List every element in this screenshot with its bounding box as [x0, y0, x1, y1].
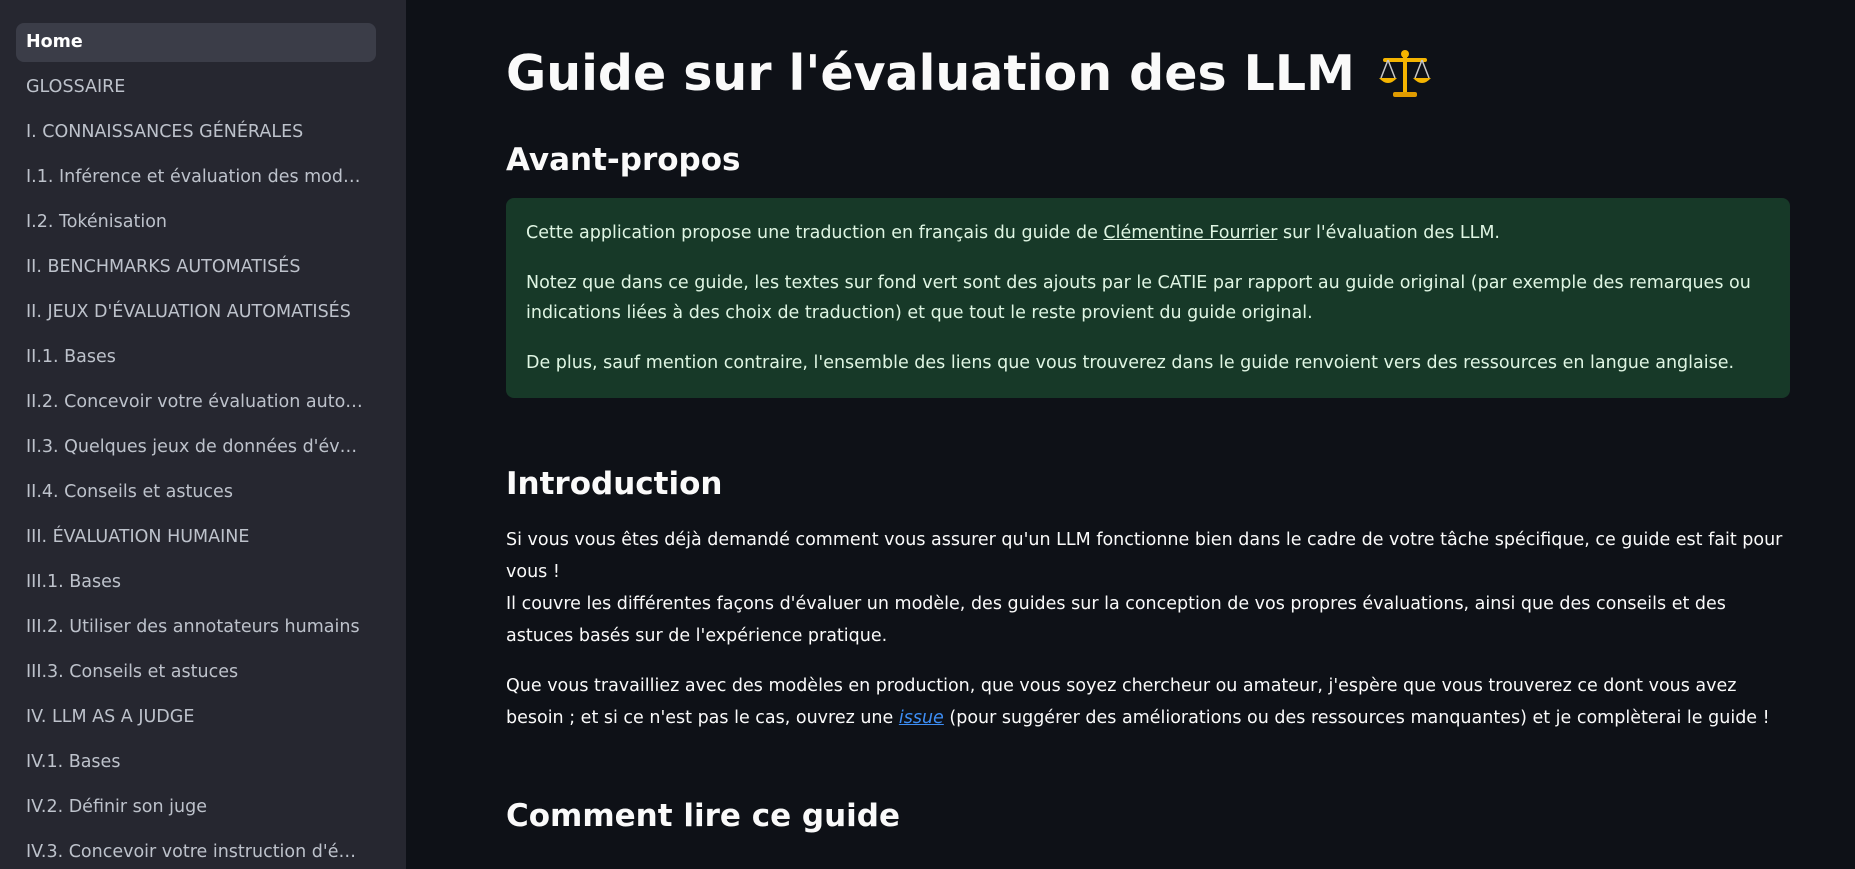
- sidebar-item-tokenisation[interactable]: I.2. Tokénisation: [16, 203, 376, 242]
- sidebar-item-iv-2-definir-juge[interactable]: IV.2. Définir son juge: [16, 788, 376, 827]
- sidebar-item-iv-1-bases[interactable]: IV.1. Bases: [16, 743, 376, 782]
- sidebar-item-ii-3-jeux-donnees[interactable]: II.3. Quelques jeux de données d'évalu…: [16, 428, 376, 467]
- sidebar-item-ii-1-bases[interactable]: II.1. Bases: [16, 338, 376, 377]
- page-title-text: Guide sur l'évaluation des LLM: [506, 45, 1355, 102]
- sidebar-item-ii-4-conseils[interactable]: II.4. Conseils et astuces: [16, 473, 376, 512]
- avant-propos-p1-text-end: sur l'évaluation des LLM.: [1277, 223, 1500, 243]
- avant-propos-paragraph-3: De plus, sauf mention contraire, l'ensem…: [526, 353, 1735, 373]
- sidebar-item-iv-3-concevoir-instruction[interactable]: IV.3. Concevoir votre instruction d'éval…: [16, 833, 376, 869]
- sidebar-item-jeux-evaluation-automatises[interactable]: II. JEUX D'ÉVALUATION AUTOMATISÉS: [16, 293, 376, 332]
- introduction-p1-line2: Il couvre les différentes façons d'évalu…: [506, 594, 1726, 646]
- avant-propos-paragraph-1: Cette application propose une traduction…: [526, 218, 1770, 248]
- sidebar-item-inference-evaluation[interactable]: I.1. Inférence et évaluation des modèles: [16, 158, 376, 197]
- content-column: Guide sur l'évaluation des LLM Avant-pro…: [506, 0, 1790, 838]
- introduction-paragraph-2: Que vous travailliez avec des modèles en…: [506, 670, 1790, 734]
- introduction-p2-text-end: (pour suggérer des améliorations ou des …: [943, 708, 1770, 728]
- sidebar-item-iii-2-annotateurs[interactable]: III.2. Utiliser des annotateurs humains: [16, 608, 376, 647]
- introduction-paragraph-1: Si vous vous êtes déjà demandé comment v…: [506, 524, 1790, 652]
- sidebar-item-iii-1-bases[interactable]: III.1. Bases: [16, 563, 376, 602]
- comment-lire-heading: Comment lire ce guide: [506, 798, 901, 834]
- sidebar-nav: Home GLOSSAIRE I. CONNAISSANCES GÉNÉRALE…: [0, 0, 406, 869]
- page-title: Guide sur l'évaluation des LLM: [506, 42, 1790, 106]
- sidebar-item-ii-2-concevoir[interactable]: II.2. Concevoir votre évaluation autom…: [16, 383, 376, 422]
- avant-propos-heading: Avant-propos: [506, 142, 741, 178]
- sidebar-item-benchmarks-automatises[interactable]: II. BENCHMARKS AUTOMATISÉS: [16, 248, 376, 287]
- sidebar-item-glossaire[interactable]: GLOSSAIRE: [16, 68, 376, 107]
- sidebar-item-evaluation-humaine[interactable]: III. ÉVALUATION HUMAINE: [16, 518, 376, 557]
- avant-propos-paragraph-2: Notez que dans ce guide, les textes sur …: [526, 273, 1751, 323]
- introduction-heading: Introduction: [506, 466, 723, 502]
- app-window: Home GLOSSAIRE I. CONNAISSANCES GÉNÉRALE…: [0, 0, 1855, 869]
- issue-link[interactable]: issue: [899, 708, 944, 728]
- clementine-fourrier-link[interactable]: Clémentine Fourrier: [1103, 223, 1277, 243]
- avant-propos-callout: Cette application propose une traduction…: [506, 198, 1790, 398]
- sidebar-item-llm-as-a-judge[interactable]: IV. LLM AS A JUDGE: [16, 698, 376, 737]
- sidebar-item-iii-3-conseils[interactable]: III.3. Conseils et astuces: [16, 653, 376, 692]
- balance-scale-icon: [1375, 44, 1435, 104]
- sidebar-item-home[interactable]: Home: [16, 23, 376, 62]
- introduction-p1-line1: Si vous vous êtes déjà demandé comment v…: [506, 530, 1783, 582]
- sidebar-item-connaissances-generales[interactable]: I. CONNAISSANCES GÉNÉRALES: [16, 113, 376, 152]
- avant-propos-p1-text: Cette application propose une traduction…: [526, 223, 1104, 243]
- main-content: Guide sur l'évaluation des LLM Avant-pro…: [406, 0, 1855, 869]
